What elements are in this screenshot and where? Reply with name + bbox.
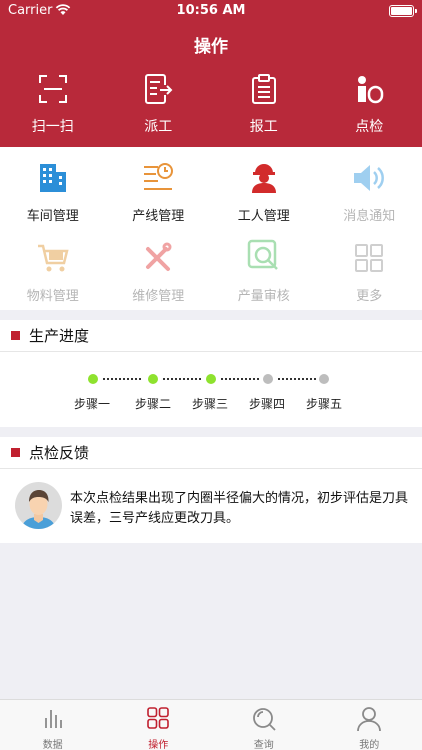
- scan-icon: [38, 75, 67, 103]
- tab-label: 数据: [42, 740, 63, 750]
- worker-management-button[interactable]: 工人管理: [211, 153, 317, 233]
- report-label: 报工: [249, 119, 278, 135]
- tab-data[interactable]: 数据: [0, 700, 106, 750]
- step-progress: 步骤一 步骤二 步骤三 步骤四 步骤五: [0, 352, 422, 427]
- header: Carrier 10:56 AM 操作 扫一扫 派工 报工 点检: [0, 0, 422, 147]
- info-icon: [358, 76, 384, 104]
- tab-bar: 数据 操作 查询 我的: [0, 699, 422, 750]
- material-management-button[interactable]: 物料管理: [0, 233, 106, 313]
- tab-operation[interactable]: 操作: [106, 700, 212, 750]
- inspect-button[interactable]: 点检: [317, 72, 422, 142]
- production-progress-card: 生产进度 步骤一 步骤二 步骤三 步骤四 步骤五: [0, 320, 422, 427]
- worker-management-label: 工人管理: [237, 209, 290, 224]
- material-management-label: 物料管理: [26, 289, 79, 304]
- building-icon: [39, 164, 66, 192]
- tab-label: 查询: [253, 740, 274, 750]
- production-line-management-label: 产线管理: [132, 209, 185, 224]
- step-label: 步骤三: [191, 397, 228, 411]
- more-grid-icon: [355, 244, 384, 272]
- tools-icon: [146, 242, 172, 271]
- section-title: 点检反馈: [29, 444, 90, 462]
- top-actions: 扫一扫 派工 报工 点检: [0, 72, 422, 142]
- section-header: 点检反馈: [0, 437, 422, 469]
- grid-icon: [147, 707, 170, 729]
- cart-icon: [37, 244, 69, 272]
- report-button[interactable]: 报工: [211, 72, 317, 142]
- section-title: 生产进度: [29, 327, 90, 345]
- step-label: 步骤二: [134, 397, 171, 411]
- step-connector: [221, 378, 259, 380]
- output-review-label: 产量审核: [237, 289, 290, 304]
- more-button[interactable]: 更多: [317, 233, 422, 313]
- workshop-management-button[interactable]: 车间管理: [0, 153, 106, 233]
- battery-icon: [389, 5, 417, 17]
- step-dot: [319, 374, 329, 384]
- message-notification-label: 消息通知: [343, 209, 396, 224]
- step-dot: [88, 374, 98, 384]
- tab-label: 我的: [359, 740, 380, 750]
- production-line-management-button[interactable]: 产线管理: [106, 153, 212, 233]
- inspect-label: 点检: [355, 119, 384, 135]
- output-review-button[interactable]: 产量审核: [211, 233, 317, 313]
- tab-mine[interactable]: 我的: [317, 700, 422, 750]
- step-connector: [103, 378, 141, 380]
- more-label: 更多: [356, 289, 383, 304]
- scan-button[interactable]: 扫一扫: [0, 72, 106, 142]
- grid-row: 物料管理 维修管理 产量审核 更多: [0, 233, 422, 313]
- maintenance-management-label: 维修管理: [132, 289, 185, 304]
- tab-query[interactable]: 查询: [211, 700, 317, 750]
- user-avatar-icon: [21, 490, 56, 529]
- step-dot: [263, 374, 273, 384]
- section-marker: [11, 448, 20, 457]
- production-line-icon: [144, 163, 174, 190]
- tab-label: 操作: [148, 740, 169, 750]
- section-marker: [11, 331, 20, 340]
- avatar: [15, 482, 62, 529]
- user-icon: [357, 707, 382, 732]
- dispatch-label: 派工: [144, 119, 173, 135]
- status-bar: Carrier 10:56 AM: [0, 0, 422, 22]
- message-notification-button[interactable]: 消息通知: [317, 153, 422, 233]
- step-connector: [163, 378, 201, 380]
- dispatch-button[interactable]: 派工: [106, 72, 212, 142]
- maintenance-management-button[interactable]: 维修管理: [106, 233, 212, 313]
- step-connector: [278, 378, 316, 380]
- step-label: 步骤五: [305, 397, 342, 411]
- scan-label: 扫一扫: [31, 119, 74, 135]
- section-header: 生产进度: [0, 320, 422, 352]
- step-dot: [148, 374, 158, 384]
- grid-row: 车间管理 产线管理 工人管理 消息通知: [0, 153, 422, 233]
- step-dot: [206, 374, 216, 384]
- dispatch-icon: [145, 74, 173, 104]
- worker-icon: [251, 164, 276, 193]
- feedback-text: 本次点检结果出现了内圈半径偏大的情况，初步评估是刀具误差，三号产线应更改刀具。: [70, 491, 409, 526]
- workshop-management-label: 车间管理: [26, 209, 79, 224]
- feedback-item[interactable]: 本次点检结果出现了内圈半径偏大的情况，初步评估是刀具误差，三号产线应更改刀具。: [0, 469, 422, 543]
- search-icon: [252, 708, 276, 731]
- clipboard-icon: [251, 74, 276, 104]
- step-label: 步骤四: [248, 397, 285, 411]
- magnifier-icon: [247, 239, 278, 270]
- speaker-icon: [354, 165, 385, 191]
- step-label: 步骤一: [73, 397, 110, 411]
- function-grid: 车间管理 产线管理 工人管理 消息通知 物料管理 维修管理 产量审核 更多: [0, 147, 422, 310]
- clock: 10:56 AM: [176, 3, 246, 18]
- page-title: 操作: [194, 37, 228, 57]
- inspection-feedback-card: 点检反馈 本次点检结果出现了内圈半径偏大的情况，初步评估是刀具误差，三号产线应更…: [0, 437, 422, 543]
- chart-icon: [44, 710, 62, 728]
